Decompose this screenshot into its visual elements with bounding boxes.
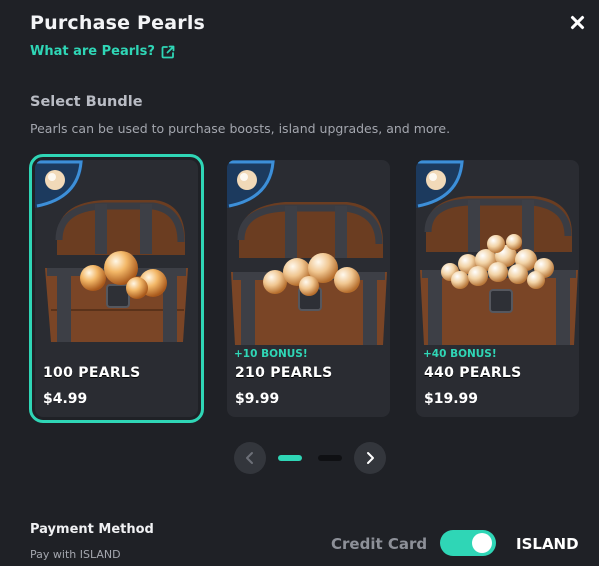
close-icon[interactable]: [566, 12, 588, 34]
purchase-pearls-modal: Purchase Pearls What are Pearls? Select …: [0, 0, 599, 566]
chevron-left-icon: [246, 452, 253, 464]
pearl-badge-icon: [35, 160, 83, 208]
prev-page-button[interactable]: [234, 442, 266, 474]
credit-card-option[interactable]: Credit Card: [331, 535, 427, 553]
payment-method-heading: Payment Method: [30, 522, 154, 537]
bundle-price: $19.99: [424, 391, 479, 407]
bundle-bonus: +10 BONUS!: [234, 348, 308, 360]
pearl-badge-icon: [227, 160, 275, 208]
select-bundle-description: Pearls can be used to purchase boosts, i…: [30, 121, 451, 136]
modal-title: Purchase Pearls: [30, 12, 206, 34]
bundle-price: $9.99: [235, 391, 280, 407]
bundle-amount: 210 PEARLS: [235, 365, 333, 381]
payment-method-description: Pay with ISLAND: [30, 548, 121, 561]
bundle-price: $4.99: [43, 391, 88, 407]
bundle-card-210[interactable]: +10 BONUS! 210 PEARLS $9.99: [227, 160, 390, 417]
toggle-knob: [472, 533, 492, 553]
page-dot-1[interactable]: [278, 455, 302, 461]
pearl-badge-icon: [416, 160, 464, 208]
island-option[interactable]: ISLAND: [516, 535, 579, 553]
bundle-amount: 440 PEARLS: [424, 365, 522, 381]
chevron-right-icon: [367, 452, 374, 464]
what-are-pearls-link[interactable]: What are Pearls?: [30, 44, 175, 59]
bundle-card-440[interactable]: +40 BONUS! 440 PEARLS $19.99: [416, 160, 579, 417]
page-dot-2[interactable]: [318, 455, 342, 461]
select-bundle-heading: Select Bundle: [30, 94, 143, 110]
bundle-bonus: +40 BONUS!: [423, 348, 497, 360]
external-link-icon: [161, 45, 175, 58]
payment-method-toggle[interactable]: [440, 530, 496, 556]
bundle-card-100[interactable]: 100 PEARLS $4.99: [29, 154, 204, 423]
next-page-button[interactable]: [354, 442, 386, 474]
what-are-pearls-label: What are Pearls?: [30, 44, 155, 59]
bundle-amount: 100 PEARLS: [43, 365, 141, 381]
